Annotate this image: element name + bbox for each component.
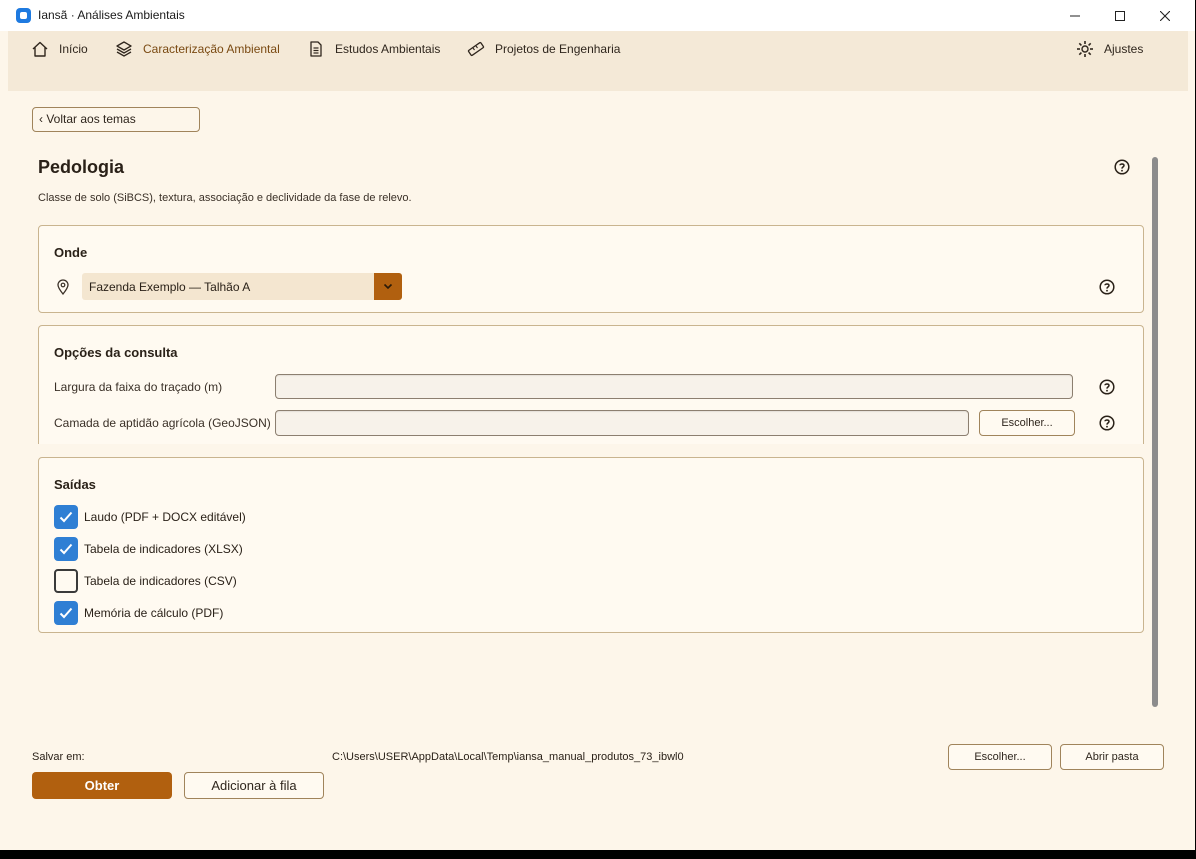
maximize-button[interactable] bbox=[1097, 0, 1143, 31]
add-to-queue-button[interactable]: Adicionar à fila bbox=[184, 772, 324, 799]
help-icon[interactable] bbox=[1114, 159, 1130, 175]
output-option-label: Laudo (PDF + DOCX editável) bbox=[84, 510, 246, 524]
document-icon bbox=[310, 41, 322, 57]
open-folder-button[interactable]: Abrir pasta bbox=[1060, 744, 1164, 770]
check-icon bbox=[59, 607, 73, 619]
check-icon bbox=[59, 543, 73, 555]
location-dropdown-button[interactable] bbox=[374, 273, 402, 300]
location-select[interactable]: Fazenda Exemplo — Talhão A bbox=[82, 273, 402, 300]
location-selected-value: Fazenda Exemplo — Talhão A bbox=[89, 280, 251, 294]
card-title: Opções da consulta bbox=[54, 345, 178, 360]
vertical-scrollbar[interactable] bbox=[1152, 157, 1158, 707]
width-label: Largura da faixa do traçado (m) bbox=[54, 380, 223, 394]
save-path: C:\Users\USER\AppData\Local\Temp\iansa_m… bbox=[332, 751, 684, 763]
maximize-icon bbox=[1115, 10, 1125, 21]
layer-file-input[interactable] bbox=[275, 410, 969, 436]
card-title: Saídas bbox=[54, 477, 96, 492]
window-title: Iansã · Análises Ambientais bbox=[38, 8, 185, 22]
output-option-laudo[interactable]: Laudo (PDF + DOCX editável) bbox=[54, 505, 246, 529]
layers-icon bbox=[116, 41, 132, 57]
nav-item-label: Caracterização Ambiental bbox=[143, 42, 280, 56]
choose-folder-button[interactable]: Escolher... bbox=[948, 744, 1052, 770]
checkbox[interactable] bbox=[54, 569, 78, 593]
width-input[interactable] bbox=[275, 374, 1073, 399]
top-navigation: Início Caracterização Ambiental Estudos … bbox=[8, 31, 1188, 91]
output-option-label: Tabela de indicadores (CSV) bbox=[84, 574, 237, 588]
output-option-label: Memória de cálculo (PDF) bbox=[84, 606, 224, 620]
app-logo-icon bbox=[16, 8, 31, 23]
nav-item-caracterizacao[interactable]: Caracterização Ambiental bbox=[115, 39, 280, 59]
page-description: Classe de solo (SiBCS), textura, associa… bbox=[38, 192, 412, 204]
chevron-down-icon bbox=[383, 283, 393, 290]
minimize-icon bbox=[1070, 15, 1080, 16]
page-title: Pedologia bbox=[38, 157, 125, 177]
close-icon bbox=[1160, 10, 1170, 21]
back-to-themes-button[interactable]: ‹ Voltar aos temas bbox=[32, 107, 200, 132]
location-pin-icon bbox=[57, 279, 69, 295]
title-bar: Iansã · Análises Ambientais bbox=[0, 0, 1195, 31]
nav-item-label: Estudos Ambientais bbox=[335, 42, 441, 56]
output-option-xlsx[interactable]: Tabela de indicadores (XLSX) bbox=[54, 537, 243, 561]
nav-item-label: Início bbox=[59, 42, 88, 56]
layer-label: Camada de aptidão agrícola (GeoJSON) bbox=[54, 416, 271, 430]
app-window: Iansã · Análises Ambientais Início Carac… bbox=[0, 0, 1195, 850]
output-option-csv[interactable]: Tabela de indicadores (CSV) bbox=[54, 569, 237, 593]
check-icon bbox=[59, 511, 73, 523]
minimize-button[interactable] bbox=[1052, 0, 1098, 31]
output-option-label: Tabela de indicadores (XLSX) bbox=[84, 542, 243, 556]
gear-icon bbox=[1077, 41, 1093, 57]
checkbox[interactable] bbox=[54, 537, 78, 561]
checkbox[interactable] bbox=[54, 601, 78, 625]
card-title: Onde bbox=[54, 245, 88, 260]
ruler-icon bbox=[467, 41, 485, 57]
choose-layer-button[interactable]: Escolher... bbox=[979, 410, 1075, 436]
save-location-label: Salvar em: bbox=[32, 751, 85, 763]
settings-label: Ajustes bbox=[1104, 42, 1144, 56]
nav-item-estudos[interactable]: Estudos Ambientais bbox=[307, 39, 440, 59]
home-icon bbox=[32, 41, 48, 57]
output-option-memoria[interactable]: Memória de cálculo (PDF) bbox=[54, 601, 223, 625]
nav-item-projetos[interactable]: Projetos de Engenharia bbox=[467, 39, 620, 59]
checkbox[interactable] bbox=[54, 505, 78, 529]
help-icon[interactable] bbox=[1099, 279, 1115, 295]
nav-item-inicio[interactable]: Início bbox=[31, 39, 88, 59]
get-button[interactable]: Obter bbox=[32, 772, 172, 799]
close-button[interactable] bbox=[1142, 0, 1188, 31]
help-icon[interactable] bbox=[1099, 379, 1115, 395]
nav-item-label: Projetos de Engenharia bbox=[495, 42, 621, 56]
nav-item-ajustes[interactable]: Ajustes bbox=[1076, 39, 1143, 59]
help-icon[interactable] bbox=[1099, 415, 1115, 431]
